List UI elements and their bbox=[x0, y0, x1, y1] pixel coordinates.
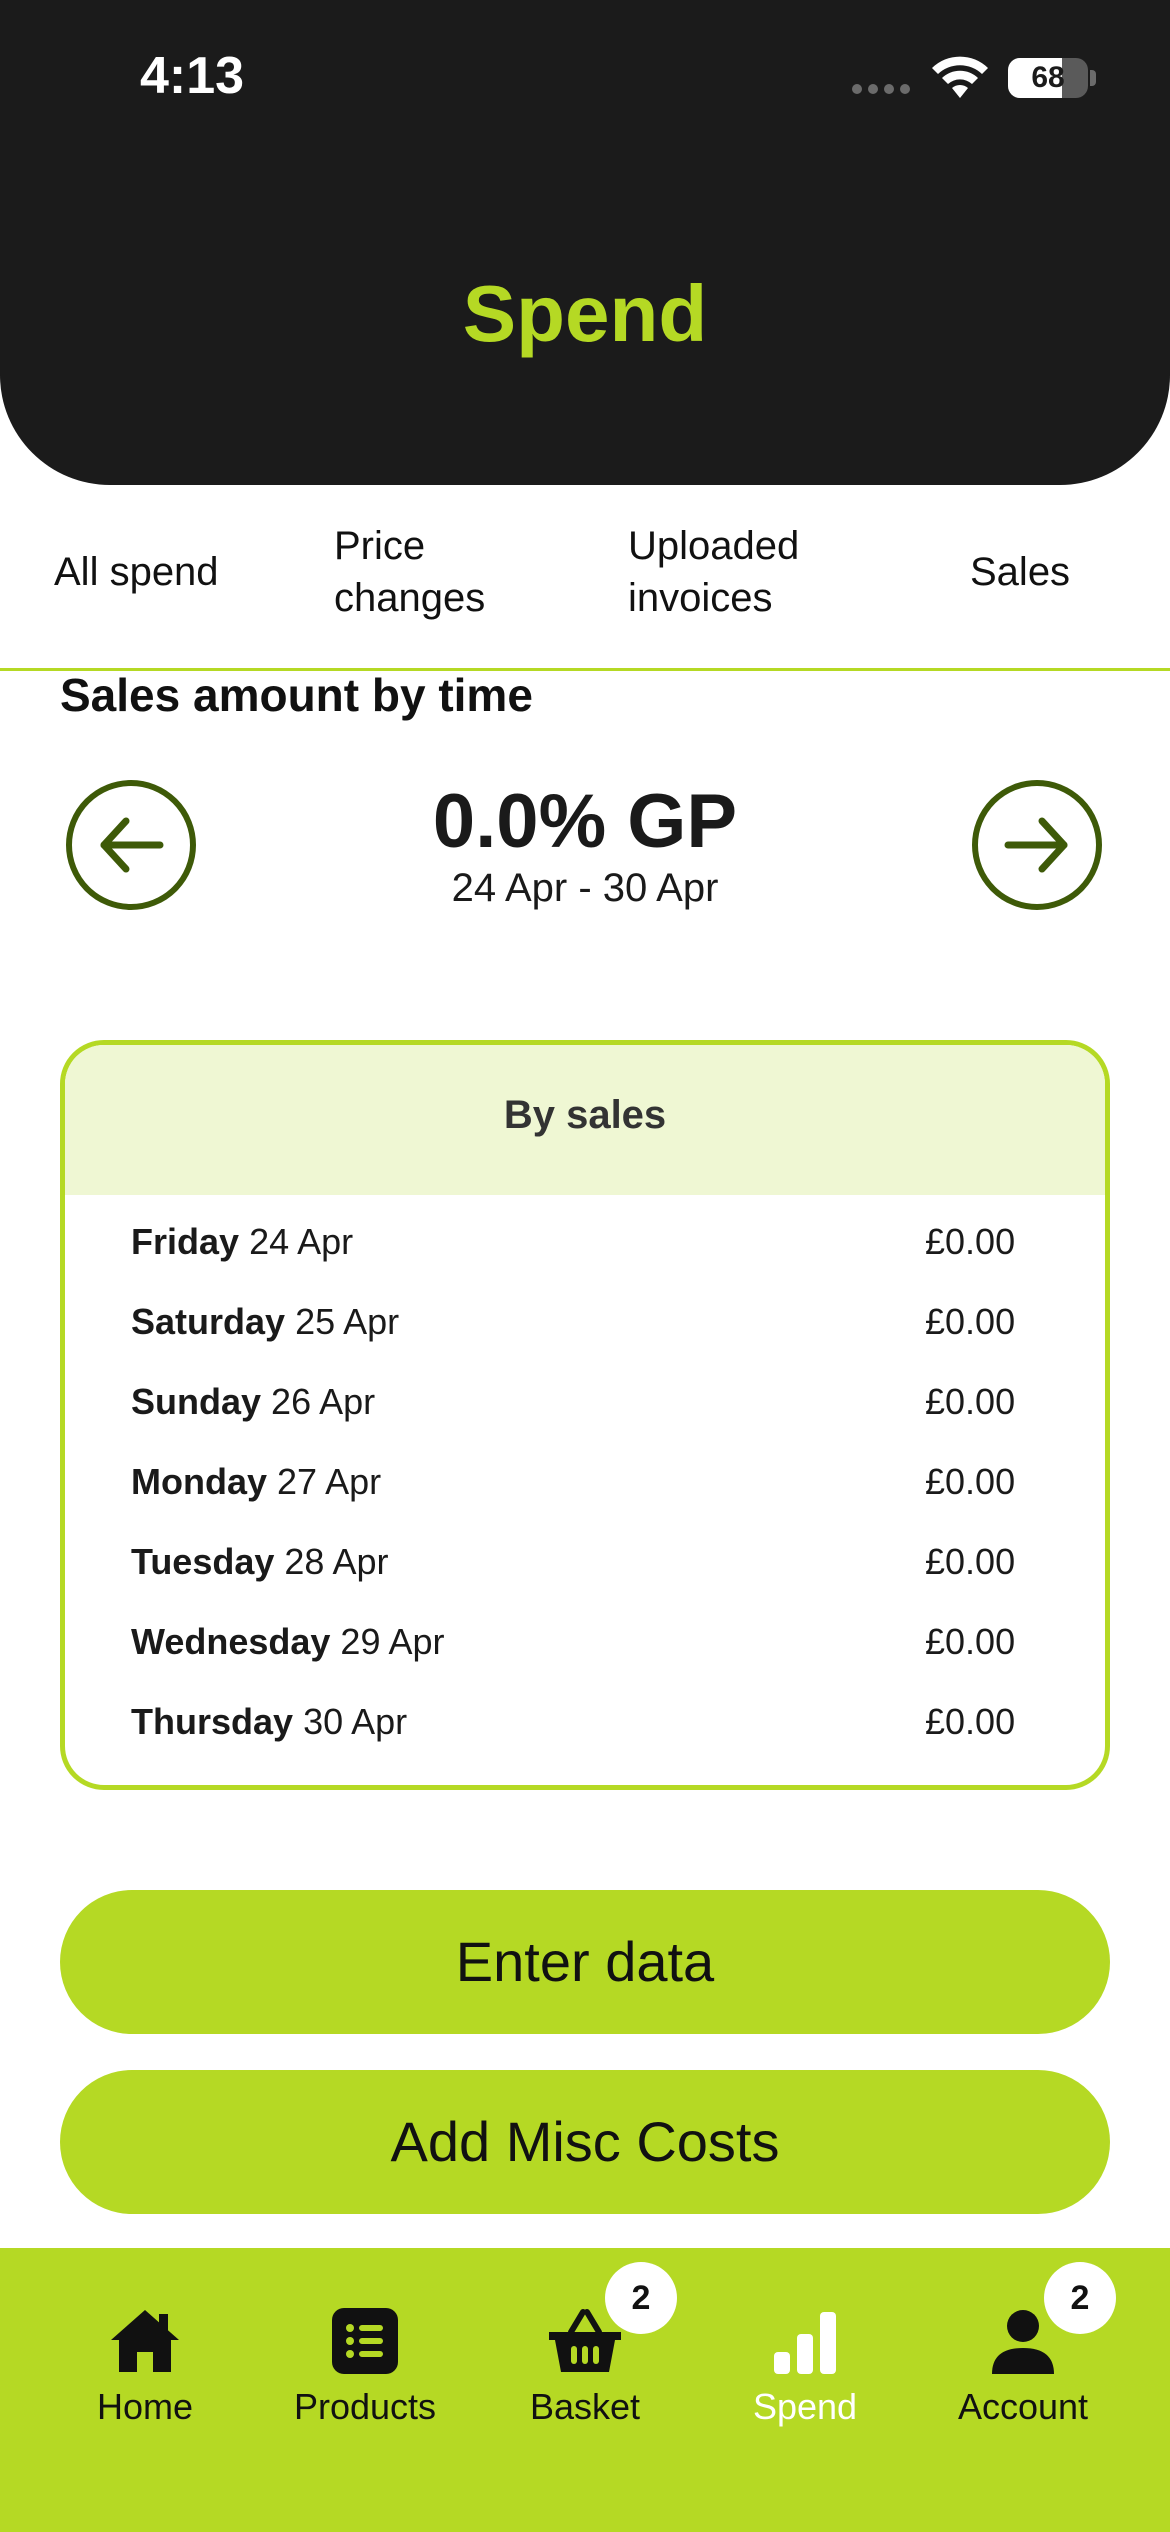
row-date: 26 Apr bbox=[271, 1381, 376, 1422]
nav-products[interactable]: Products bbox=[255, 2306, 475, 2428]
row-amount: £0.00 bbox=[925, 1701, 1016, 1742]
row-day: Monday bbox=[131, 1461, 268, 1502]
row-amount: £0.00 bbox=[925, 1541, 1016, 1582]
nav-label: Basket bbox=[529, 2386, 641, 2427]
row-amount: £0.00 bbox=[925, 1221, 1016, 1262]
bottom-nav: Home Products Basket Spend Account bbox=[0, 2248, 1170, 2532]
status-time: 4:13 bbox=[140, 47, 245, 105]
row-date: 29 Apr bbox=[340, 1621, 445, 1662]
battery-level: 68 bbox=[1031, 61, 1065, 94]
row-day: Thursday bbox=[131, 1701, 294, 1742]
add-misc-costs-button[interactable]: Add Misc Costs bbox=[60, 2070, 1110, 2214]
row-amount: £0.00 bbox=[925, 1621, 1016, 1662]
table-row: Sunday 26 Apr £0.00 bbox=[131, 1381, 1015, 1441]
table-row: Monday 27 Apr £0.00 bbox=[131, 1461, 1015, 1521]
row-day: Friday bbox=[131, 1221, 240, 1262]
row-amount: £0.00 bbox=[925, 1461, 1016, 1502]
tab-sales[interactable]: Sales bbox=[970, 546, 1070, 598]
person-icon bbox=[992, 2310, 1054, 2374]
row-amount: £0.00 bbox=[925, 1381, 1016, 1422]
table-row: Wednesday 29 Apr £0.00 bbox=[131, 1621, 1015, 1681]
nav-label: Account bbox=[957, 2386, 1089, 2427]
row-day: Saturday bbox=[131, 1301, 286, 1342]
next-week-button[interactable] bbox=[972, 780, 1102, 910]
tab-uploaded-invoices[interactable]: Uploaded invoices bbox=[628, 520, 799, 624]
row-date: 30 Apr bbox=[303, 1701, 408, 1742]
row-day: Sunday bbox=[131, 1381, 262, 1422]
battery-nub bbox=[1090, 70, 1096, 86]
row-date: 28 Apr bbox=[284, 1541, 389, 1582]
list-icon bbox=[332, 2308, 398, 2374]
tab-all-spend[interactable]: All spend bbox=[54, 546, 219, 598]
nav-label: Home bbox=[96, 2386, 194, 2427]
arrow-right-icon bbox=[1004, 817, 1068, 873]
row-date: 25 Apr bbox=[295, 1301, 400, 1342]
row-amount: £0.00 bbox=[925, 1301, 1016, 1342]
basket-count-badge: 2 bbox=[605, 2262, 677, 2334]
enter-data-button[interactable]: Enter data bbox=[60, 1890, 1110, 2034]
table-row: Tuesday 28 Apr £0.00 bbox=[131, 1541, 1015, 1601]
row-day: Tuesday bbox=[131, 1541, 275, 1582]
wifi-icon bbox=[932, 56, 988, 98]
table-row: Thursday 30 Apr £0.00 bbox=[131, 1701, 1015, 1761]
tab-price-changes[interactable]: Price changes bbox=[334, 520, 485, 624]
nav-label: Products bbox=[293, 2386, 437, 2427]
bar-chart-icon bbox=[774, 2312, 836, 2374]
card-title: By sales bbox=[503, 1093, 667, 1137]
home-icon bbox=[111, 2310, 179, 2372]
sales-card: By sales Friday 24 Apr £0.00 Saturday 25… bbox=[60, 1040, 1110, 1790]
nav-label: Spend bbox=[752, 2386, 858, 2427]
page-title: Spend bbox=[462, 269, 708, 358]
row-day: Wednesday bbox=[131, 1621, 331, 1662]
row-date: 24 Apr bbox=[249, 1221, 354, 1262]
table-row: Friday 24 Apr £0.00 bbox=[131, 1221, 1015, 1281]
header: 4:13 68 Spend bbox=[0, 0, 1170, 485]
nav-spend[interactable]: Spend bbox=[695, 2306, 915, 2428]
card-header: By sales bbox=[65, 1045, 1105, 1195]
battery-icon: 68 bbox=[1008, 58, 1088, 98]
row-date: 27 Apr bbox=[277, 1461, 382, 1502]
spend-tabs: All spend Price changes Uploaded invoice… bbox=[0, 520, 1170, 670]
nav-home[interactable]: Home bbox=[35, 2306, 255, 2428]
table-row: Saturday 25 Apr £0.00 bbox=[131, 1301, 1015, 1361]
account-notification-badge: 2 bbox=[1044, 2262, 1116, 2334]
section-title: Sales amount by time bbox=[60, 669, 533, 721]
cellular-signal-icon bbox=[852, 84, 910, 94]
